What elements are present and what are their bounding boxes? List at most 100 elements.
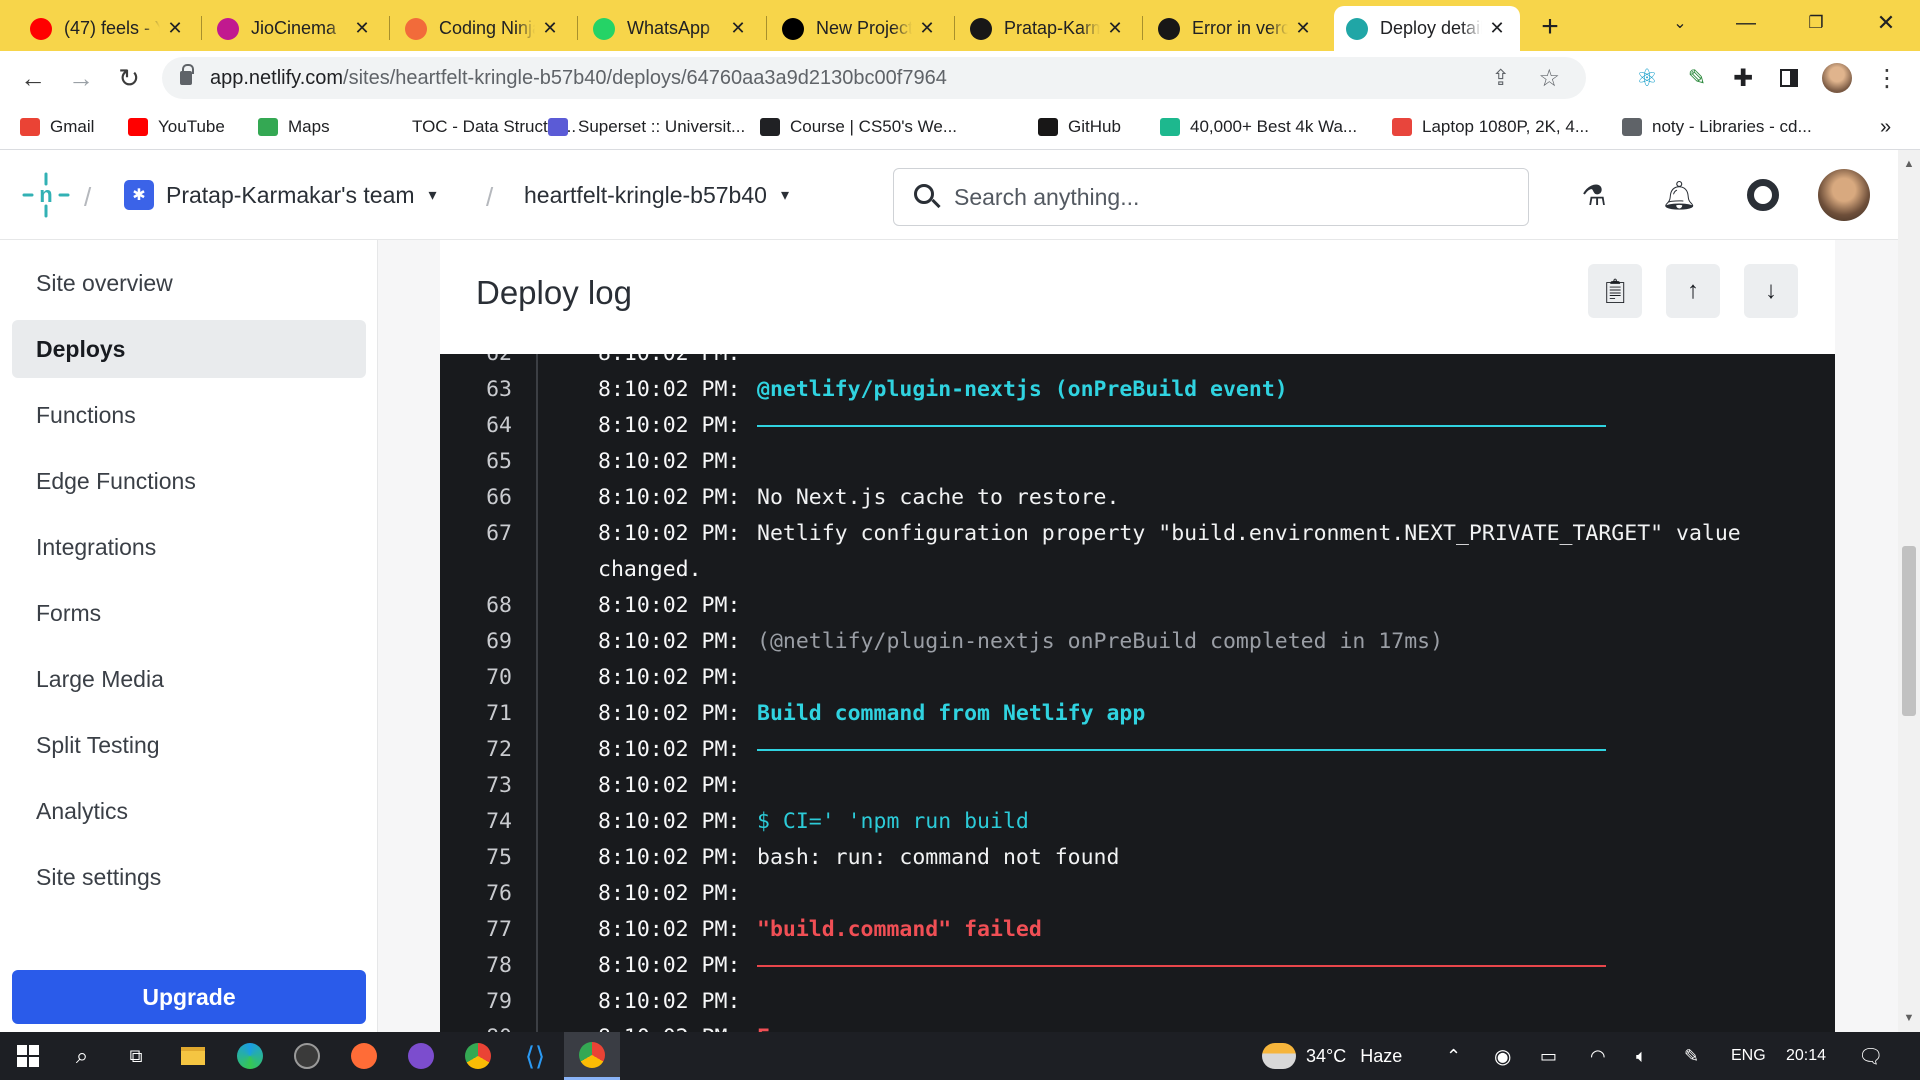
scroll-down-arrow-icon[interactable]: ▼ xyxy=(1902,1012,1916,1026)
upgrade-button[interactable]: Upgrade xyxy=(12,970,366,1024)
record-icon[interactable]: ◉ xyxy=(1494,1032,1511,1080)
tab-6[interactable]: Pratap-Karmakar✕ xyxy=(958,6,1138,51)
user-avatar[interactable] xyxy=(1818,169,1870,221)
bookmark-item[interactable]: noty - Libraries - cd... xyxy=(1622,105,1812,149)
github-desktop-icon[interactable] xyxy=(393,1032,449,1080)
bookmark-item[interactable]: 40,000+ Best 4k Wa... xyxy=(1160,105,1357,149)
scroll-up-arrow-icon[interactable]: ▲ xyxy=(1902,158,1916,172)
bookmark-item[interactable]: Gmail xyxy=(20,105,94,149)
close-tab-icon[interactable]: ✕ xyxy=(916,18,938,39)
tab-1[interactable]: (47) feels - YouTube✕ xyxy=(18,6,198,51)
close-tab-icon[interactable]: ✕ xyxy=(164,18,186,39)
sidebar-item-deploys[interactable]: Deploys xyxy=(12,320,366,378)
wifi-icon[interactable]: ◠ xyxy=(1590,1032,1606,1080)
close-tab-icon[interactable]: ✕ xyxy=(539,18,561,39)
share-icon[interactable]: ⇪ xyxy=(1492,65,1510,91)
back-arrow-icon[interactable]: ← xyxy=(16,61,50,95)
new-tab-button[interactable]: + xyxy=(1530,4,1570,49)
scroll-to-bottom-button[interactable]: ↓ xyxy=(1744,264,1798,318)
close-tab-icon[interactable]: ✕ xyxy=(1486,18,1508,39)
bookmark-item[interactable]: Superset :: Universit... xyxy=(548,105,745,149)
close-tab-icon[interactable]: ✕ xyxy=(727,18,749,39)
close-tab-icon[interactable]: ✕ xyxy=(1292,18,1314,39)
restore-button[interactable]: ❐ xyxy=(1786,0,1846,46)
extensions-puzzle-icon[interactable]: ✚ xyxy=(1726,61,1760,95)
chrome-icon[interactable] xyxy=(450,1032,506,1080)
scroll-to-top-button[interactable]: ↑ xyxy=(1666,264,1720,318)
tab-search-icon[interactable]: ⌄ xyxy=(1650,0,1710,46)
team-name: Pratap-Karmakar's team xyxy=(166,181,415,208)
minimize-button[interactable]: — xyxy=(1716,0,1776,46)
bookmark-item[interactable]: Laptop 1080P, 2K, 4... xyxy=(1392,105,1589,149)
log-message xyxy=(757,948,1606,984)
deploy-log-output[interactable]: 62 8:10:02 PM: 63 8:10:02 PM: @netlify/plugi… xyxy=(440,354,1835,1032)
close-tab-icon[interactable]: ✕ xyxy=(351,18,373,39)
bookmarks-overflow-button[interactable]: » xyxy=(1880,105,1891,149)
flask-labs-icon[interactable]: ⚗ xyxy=(1573,174,1615,216)
chevron-up-icon[interactable]: ⌃ xyxy=(1446,1032,1461,1080)
bookmark-item[interactable]: Course | CS50's We... xyxy=(760,105,957,149)
log-divider xyxy=(757,425,1606,427)
volume-icon[interactable]: 🔈︎ xyxy=(1636,1032,1647,1080)
sidebar-item-forms[interactable]: Forms xyxy=(12,584,366,642)
tab-8[interactable]: Deploy details ✕ xyxy=(1334,6,1520,51)
sidebar-item-site-overview[interactable]: Site overview xyxy=(12,254,366,312)
bookmark-label: 40,000+ Best 4k Wa... xyxy=(1190,117,1358,136)
search-input[interactable]: Search anything... xyxy=(893,168,1529,226)
taskbar-search-icon[interactable]: ⌕ xyxy=(54,1032,110,1080)
line-number: 65 xyxy=(486,449,512,474)
browser-menu-icon[interactable]: ⋮ xyxy=(1870,61,1904,95)
copy-log-button[interactable]: 📋︎ xyxy=(1588,264,1642,318)
tab-2[interactable]: JioCinema ✕ xyxy=(205,6,385,51)
bookmark-item[interactable]: GitHub xyxy=(1038,105,1121,149)
sidebar-item-split-testing[interactable]: Split Testing xyxy=(12,716,366,774)
color-picker-extension-icon[interactable]: ✎ xyxy=(1680,61,1714,95)
help-lifebuoy-icon[interactable] xyxy=(1742,174,1784,216)
sidebar-item-edge-functions[interactable]: Edge Functions xyxy=(12,452,366,510)
window-close-button[interactable]: ✕ xyxy=(1856,0,1916,46)
clock[interactable]: 20:14 xyxy=(1786,1032,1826,1080)
sidebar-item-integrations[interactable]: Integrations xyxy=(12,518,366,576)
sidebar-item-site-settings[interactable]: Site settings xyxy=(12,848,366,906)
react-devtools-icon[interactable]: ⚛ xyxy=(1630,61,1664,95)
address-bar[interactable]: app.netlify.com/sites/heartfelt-kringle-… xyxy=(162,57,1586,99)
page-scrollbar[interactable]: ▲ ▼ xyxy=(1898,150,1920,1032)
bookmark-item[interactable]: Maps xyxy=(258,105,330,149)
file-explorer-icon[interactable] xyxy=(165,1032,221,1080)
sidebar-item-analytics[interactable]: Analytics xyxy=(12,782,366,840)
pen-icon[interactable]: ✎ xyxy=(1684,1032,1699,1080)
scrollbar-thumb[interactable] xyxy=(1902,546,1916,716)
notifications-icon[interactable]: 🗨︎ xyxy=(1858,1032,1883,1080)
windows-start-icon[interactable] xyxy=(0,1032,56,1080)
log-message: @netlify/plugin-nextjs (onPreBuild event… xyxy=(757,377,1288,402)
profile-avatar[interactable] xyxy=(1820,61,1854,95)
bookmark-item[interactable]: YouTube xyxy=(128,105,225,149)
log-timestamp: 8:10:02 PM: xyxy=(598,809,741,834)
weather-widget[interactable]: 34°C Haze xyxy=(1262,1032,1402,1080)
edge-browser-icon[interactable] xyxy=(222,1032,278,1080)
bell-notifications-icon[interactable]: 🔔︎ xyxy=(1658,174,1700,216)
sidebar-item-large-media[interactable]: Large Media xyxy=(12,650,366,708)
tab-7[interactable]: Error in vercel✕ xyxy=(1146,6,1326,51)
postman-icon[interactable] xyxy=(336,1032,392,1080)
language-indicator[interactable]: ENG xyxy=(1731,1032,1766,1080)
obs-studio-icon[interactable] xyxy=(279,1032,335,1080)
forward-arrow-icon[interactable]: → xyxy=(64,61,98,95)
side-panel-icon[interactable] xyxy=(1772,61,1806,95)
reload-icon[interactable]: ↻ xyxy=(112,61,146,95)
site-switcher[interactable]: heartfelt-kringle-b57b40 ▾ xyxy=(524,172,789,218)
sidebar-item-functions[interactable]: Functions xyxy=(12,386,366,444)
tab-3[interactable]: Coding Ninjas✕ xyxy=(393,6,573,51)
svg-text:n: n xyxy=(39,182,52,207)
chrome-active-icon[interactable] xyxy=(564,1032,620,1080)
battery-icon[interactable]: ▭ xyxy=(1540,1032,1557,1080)
bookmark-star-icon[interactable]: ☆ xyxy=(1538,64,1560,93)
bookmark-item[interactable]: TOC - Data Structur... xyxy=(382,105,576,149)
netlify-logo-icon[interactable]: n xyxy=(22,172,70,218)
close-tab-icon[interactable]: ✕ xyxy=(1104,18,1126,39)
task-view-icon[interactable]: ⧉ xyxy=(108,1032,164,1080)
team-switcher[interactable]: ✱ Pratap-Karmakar's team ▾ xyxy=(124,172,437,218)
vscode-icon[interactable]: ⟨⟩ xyxy=(507,1032,563,1080)
tab-4[interactable]: WhatsApp ✕ xyxy=(581,6,761,51)
tab-5[interactable]: New Project ✕ xyxy=(770,6,950,51)
